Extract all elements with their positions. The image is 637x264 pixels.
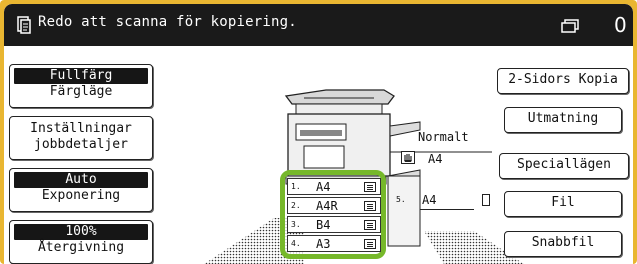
- paper-icon: [482, 194, 490, 206]
- bypass-underline: [420, 209, 474, 210]
- special-modes-button[interactable]: Speciallägen: [499, 153, 629, 179]
- status-message: Redo att scanna för kopiering.: [38, 14, 297, 30]
- reproduction-label: Återgivning: [37, 240, 125, 255]
- color-mode-value: Fullfärg: [14, 68, 148, 84]
- bypass-tray-size: A4: [422, 193, 437, 207]
- tray-size: B4: [316, 218, 331, 232]
- color-mode-button[interactable]: Fullfärg Färgläge: [9, 64, 153, 108]
- output-tray-mode: Normalt: [418, 130, 469, 144]
- tray-number: 3.: [291, 220, 301, 229]
- special-modes-label: Speciallägen: [517, 157, 611, 172]
- paper-stack-icon: [364, 220, 376, 230]
- bypass-tray-number: 5.: [396, 195, 406, 204]
- paper-tray-4[interactable]: 4. A3: [287, 235, 381, 252]
- hand-icon: [401, 151, 415, 164]
- output-label: Utmatning: [527, 111, 599, 126]
- reproduction-button[interactable]: 100% Återgivning: [9, 220, 153, 264]
- job-settings-line2: jobbdetaljer: [34, 137, 128, 152]
- copies-icon: [561, 19, 579, 33]
- exposure-value: Auto: [14, 172, 148, 188]
- duplex-copy-button[interactable]: 2-Sidors Kopia: [497, 68, 629, 94]
- document-status-icon: [17, 16, 31, 34]
- tray-number: 1.: [291, 182, 301, 191]
- paper-tray-3[interactable]: 3. B4: [287, 216, 381, 233]
- main-area: Normalt A4 5. A4 1. A4 2. A4R 3. B4 4. A…: [4, 46, 633, 264]
- paper-stack-icon: [364, 201, 376, 211]
- exposure-button[interactable]: Auto Exponering: [9, 168, 153, 212]
- paper-tray-1[interactable]: 1. A4: [287, 178, 381, 195]
- paper-tray-2[interactable]: 2. A4R: [287, 197, 381, 214]
- job-settings-line1: Inställningar: [30, 121, 132, 136]
- copy-count: 0: [614, 13, 627, 37]
- tray-size: A4: [316, 180, 331, 194]
- output-tray-paper: A4: [428, 152, 443, 166]
- status-bar: Redo att scanna för kopiering. 0: [4, 4, 633, 46]
- color-mode-label: Färgläge: [49, 84, 113, 99]
- paper-stack-icon: [364, 182, 376, 192]
- reproduction-value: 100%: [14, 224, 148, 240]
- file-button[interactable]: Fil: [504, 191, 622, 217]
- tray-number: 2.: [291, 201, 301, 210]
- tray-size: A4R: [316, 199, 338, 213]
- quick-file-label: Snabbfil: [531, 235, 595, 250]
- exposure-label: Exponering: [41, 188, 121, 203]
- duplex-copy-label: 2-Sidors Kopia: [508, 72, 618, 87]
- copy-panel: Redo att scanna för kopiering. 0 Normalt…: [4, 4, 633, 264]
- output-button[interactable]: Utmatning: [504, 107, 622, 133]
- tray-number: 4.: [291, 239, 301, 248]
- file-label: Fil: [551, 195, 575, 210]
- tray-size: A3: [316, 237, 331, 251]
- quick-file-button[interactable]: Snabbfil: [504, 231, 622, 257]
- job-settings-button[interactable]: Inställningar jobbdetaljer: [9, 116, 153, 160]
- paper-stack-icon: [364, 239, 376, 249]
